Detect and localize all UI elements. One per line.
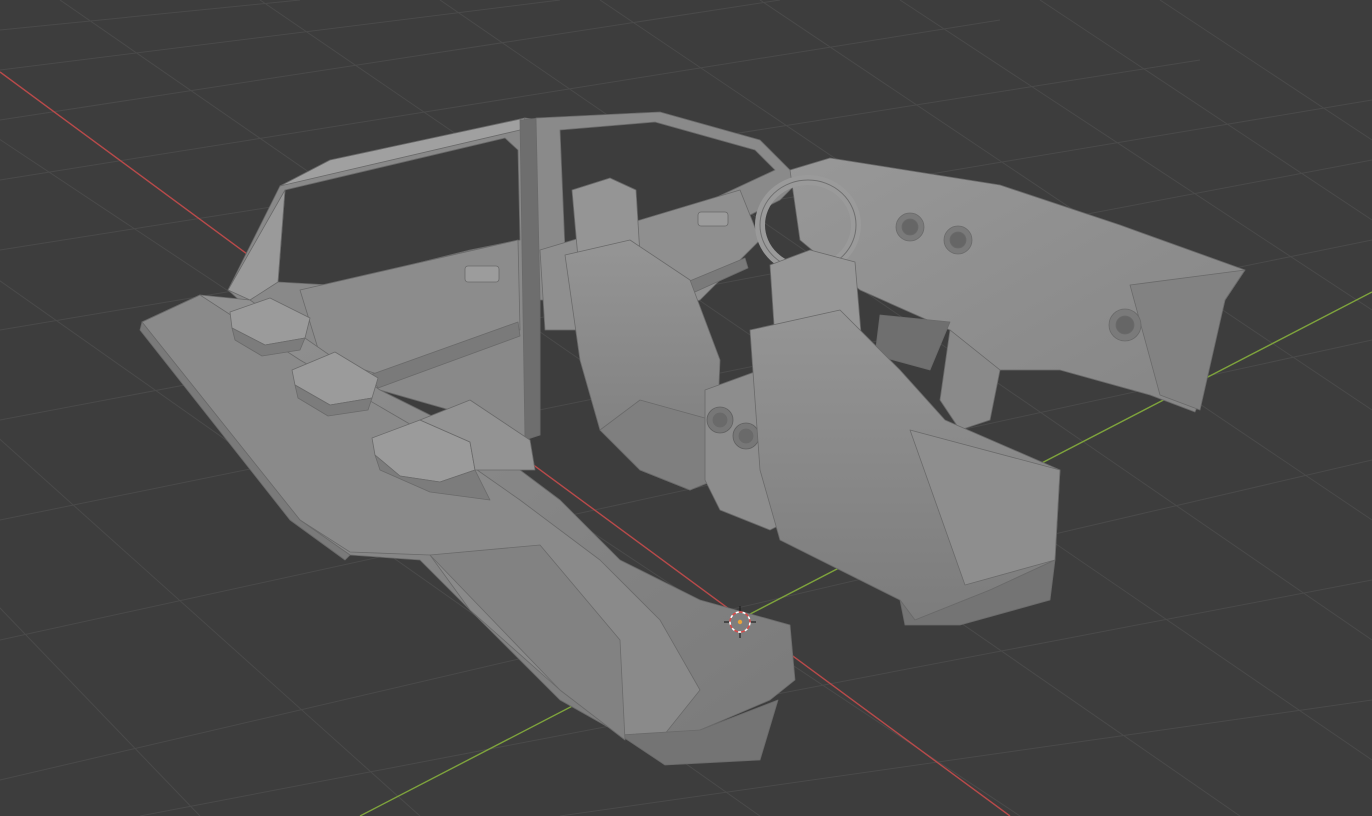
3d-viewport[interactable]: [0, 0, 1372, 816]
viewport-scene[interactable]: [0, 0, 1372, 816]
